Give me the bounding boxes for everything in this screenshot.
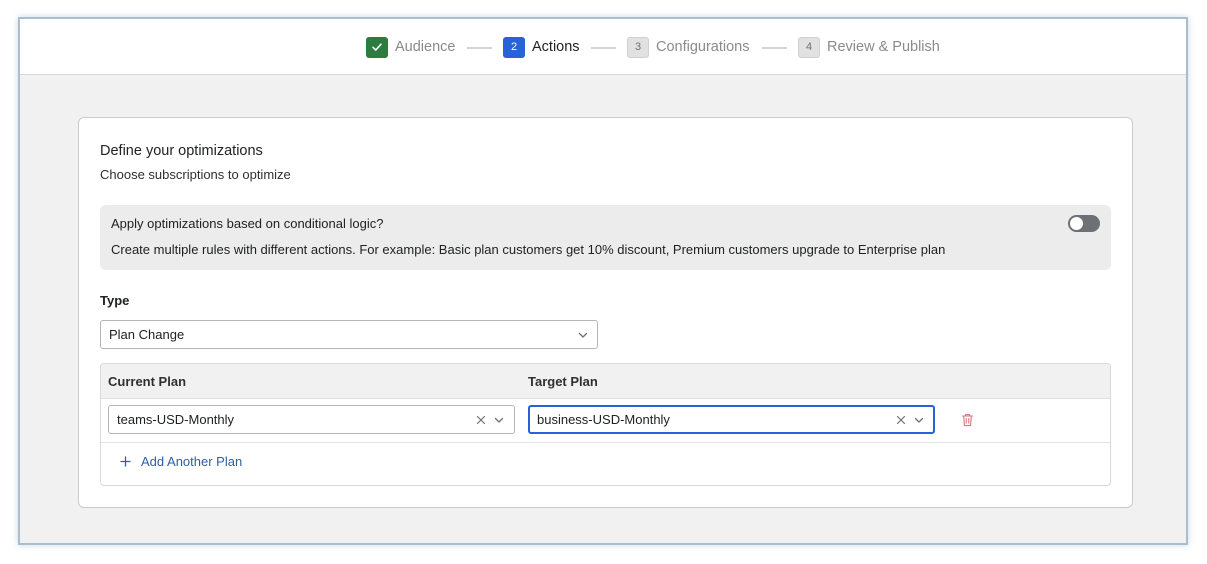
step-review-publish[interactable]: 4 Review & Publish xyxy=(798,36,940,58)
app-window: Audience 2 Actions 3 Configurations 4 Re… xyxy=(18,17,1188,545)
stepper: Audience 2 Actions 3 Configurations 4 Re… xyxy=(20,19,1186,75)
clear-icon[interactable] xyxy=(896,415,906,425)
add-another-plan-button[interactable]: Add Another Plan xyxy=(120,454,242,469)
target-plan-combobox[interactable]: business-USD-Monthly xyxy=(528,405,935,434)
card-title: Define your optimizations xyxy=(100,143,263,159)
chevron-down-icon xyxy=(578,332,588,338)
type-label: Type xyxy=(100,293,130,308)
clear-icon[interactable] xyxy=(476,415,486,425)
toggle-knob xyxy=(1070,217,1083,230)
conditional-logic-toggle[interactable] xyxy=(1068,215,1100,232)
step-connector xyxy=(591,47,616,49)
current-plan-value: teams-USD-Monthly xyxy=(117,412,235,427)
step-number: 2 xyxy=(503,36,525,58)
step-number: 3 xyxy=(627,36,649,58)
target-plan-value: business-USD-Monthly xyxy=(537,412,670,427)
step-number: 4 xyxy=(798,36,820,58)
current-plan-combobox[interactable]: teams-USD-Monthly xyxy=(108,405,515,434)
target-plan-header: Target Plan xyxy=(528,374,598,389)
optimizations-card: Define your optimizations Choose subscri… xyxy=(78,117,1133,508)
step-connector xyxy=(467,47,492,49)
step-label: Configurations xyxy=(656,39,750,55)
conditional-logic-panel: Apply optimizations based on conditional… xyxy=(100,205,1111,270)
add-another-plan-label: Add Another Plan xyxy=(141,454,243,469)
trash-icon[interactable] xyxy=(961,413,974,427)
step-label: Review & Publish xyxy=(827,39,940,55)
table-header: Current Plan Target Plan xyxy=(101,364,1110,399)
chevron-down-icon[interactable] xyxy=(913,414,925,426)
step-audience[interactable]: Audience xyxy=(366,36,455,58)
current-plan-header: Current Plan xyxy=(108,374,187,389)
plan-mapping-table: Current Plan Target Plan teams-USD-Month… xyxy=(100,363,1111,486)
plus-icon xyxy=(120,456,131,467)
table-row: teams-USD-Monthly business-USD-Monthly xyxy=(101,398,1110,443)
card-subtitle: Choose subscriptions to optimize xyxy=(100,167,291,182)
conditional-logic-title: Apply optimizations based on conditional… xyxy=(111,216,384,231)
type-select-value: Plan Change xyxy=(109,327,185,342)
step-connector xyxy=(762,47,787,49)
conditional-logic-description: Create multiple rules with different act… xyxy=(111,242,946,257)
step-label: Actions xyxy=(532,39,580,55)
step-actions[interactable]: 2 Actions xyxy=(503,36,580,58)
type-select[interactable]: Plan Change xyxy=(100,320,598,349)
step-label: Audience xyxy=(395,39,456,55)
step-configurations[interactable]: 3 Configurations xyxy=(627,36,750,58)
chevron-down-icon[interactable] xyxy=(493,414,505,426)
check-icon xyxy=(366,36,388,58)
